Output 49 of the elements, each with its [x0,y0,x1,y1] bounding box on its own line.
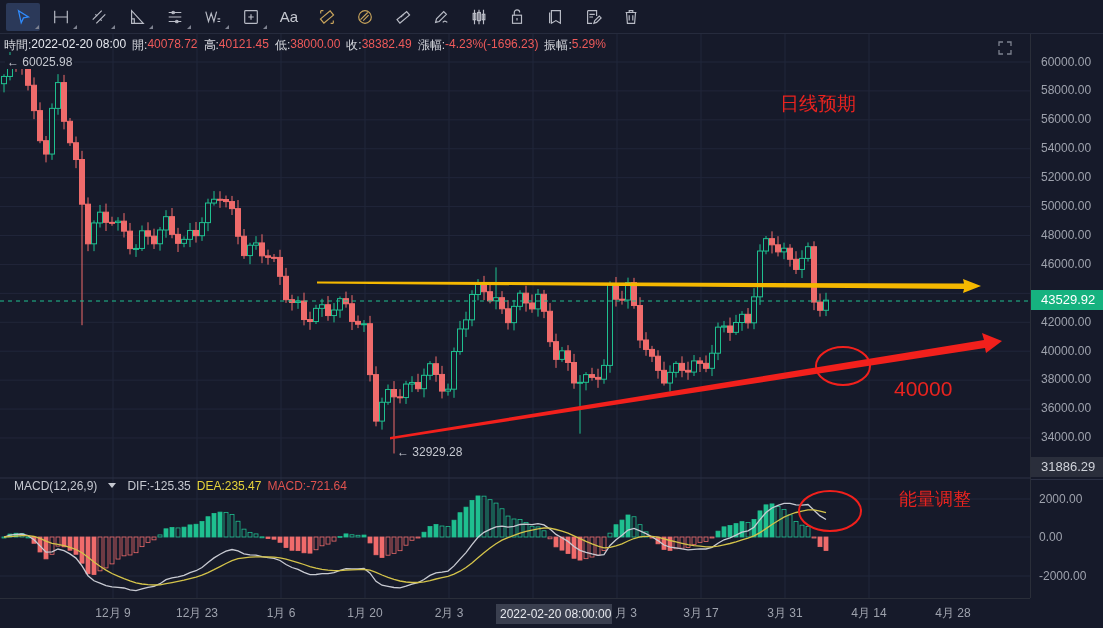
annotation-text: 日线预期 [780,92,856,116]
info-value: 40078.72 [147,37,198,53]
price-tick-label: 46000.00 [1040,255,1093,273]
price-tick-label: 56000.00 [1040,111,1093,129]
date-label: 4月 28 [934,605,972,622]
price-tick-label: 58000.00 [1040,82,1093,100]
info-label: 開: [132,37,148,54]
annotation-text: 40000 [894,377,953,401]
date-label: 月 3 [614,605,638,622]
macd-tick-label: 0.00 [1038,529,1064,547]
info-label: 收: [346,37,362,54]
info-label: 低: [274,37,291,54]
date-label: 1月 20 [346,605,384,622]
info-label: 振幅: [544,37,572,54]
macd-tick-label: 2000.00 [1038,490,1084,508]
date-label: 3月 31 [766,605,804,622]
info-value: 2022-02-20 08:00 [31,37,127,53]
price-tick-label: 50000.00 [1040,198,1093,216]
annotation-text: 能量调整 [899,488,971,511]
price-tick-label: 60000.00 [1040,53,1093,71]
info-value: 38382.49 [361,37,412,53]
indicator-value: DEA:235.47 [196,479,262,493]
price-tick-label: 52000.00 [1040,169,1093,187]
price-tick-label: 40000.00 [1040,342,1093,360]
date-label: 12月 9 [94,605,132,622]
info-label: 時間: [4,37,32,54]
crosshair-time-label: 2022-02-20 08:00:00 [496,603,612,624]
price-tick-label: 38000.00 [1040,371,1093,389]
date-label: 1月 6 [265,605,297,622]
range-low-label: 31886.29 [1031,457,1103,478]
price-tick-label: 42000.00 [1040,313,1093,331]
indicator-value: DIF:-125.35 [127,479,191,493]
drawing-tool-button[interactable]: Aa [272,2,306,31]
macd-tick-label: -2000.00 [1038,567,1088,585]
indicator-value: MACD(12,26,9) [14,479,98,493]
price-tick-label: 34000.00 [1040,429,1093,447]
current-price-label: 43529.92 [1031,289,1103,310]
info-label: 高: [203,37,219,54]
info-label: 漲幅: [417,37,446,54]
info-value: -4.23%(-1696.23) [445,37,539,53]
date-label: 12月 23 [175,605,219,622]
indicator-value: MACD:-721.64 [267,479,347,493]
date-label: 4月 14 [850,605,888,622]
price-tick-label: 36000.00 [1040,400,1093,418]
info-value: 38000.00 [290,37,341,53]
price-tick-label: 48000.00 [1040,226,1093,244]
date-label: 2月 3 [433,605,465,622]
date-label: 3月 17 [682,605,720,622]
price-tick-label: 54000.00 [1040,140,1093,158]
